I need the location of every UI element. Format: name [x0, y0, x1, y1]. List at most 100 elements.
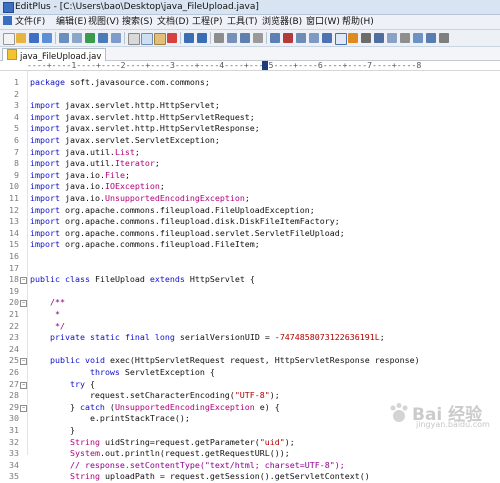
code-line[interactable]: 25− public void exec(HttpServletRequest … [0, 355, 500, 367]
code-line[interactable]: 11 import java.io.UnsupportedEncodingExce… [0, 193, 500, 205]
menu-browser[interactable]: 浏览器(B) [262, 15, 302, 29]
undo-icon[interactable] [184, 33, 194, 43]
code-text: String uidString=request.getParameter("u… [69, 436, 295, 447]
settings-icon[interactable] [361, 33, 371, 43]
preferences-icon[interactable] [413, 33, 423, 43]
code-line[interactable]: 13 import org.apache.commons.fileupload.d… [0, 216, 500, 228]
code-line[interactable]: 2 [0, 89, 500, 101]
code-line[interactable]: 16 [0, 251, 500, 263]
line-number: 7 [14, 146, 19, 157]
code-line[interactable]: 9 import java.io.File; [0, 170, 500, 182]
print-icon[interactable] [59, 33, 69, 43]
font-icon[interactable] [283, 33, 293, 43]
code-line[interactable]: 23 private static final long serialVersi… [0, 332, 500, 344]
code-line[interactable]: 6 import javax.servlet.ServletException; [0, 135, 500, 147]
code-line[interactable]: 20− /** [0, 297, 500, 309]
code-text: /** [30, 297, 65, 308]
line-number: 3 [14, 100, 19, 111]
window-title: EditPlus - [C:\Users\bao\Desktop\java_Fi… [15, 2, 259, 12]
code-line[interactable]: 34 // response.setContentType("text/html… [0, 460, 500, 472]
menu-project[interactable]: 工程(P) [192, 15, 222, 29]
goto-icon[interactable] [253, 33, 263, 43]
code-line[interactable]: 18− public class FileUpload extends HttpS… [0, 274, 500, 286]
code-text: import javax.servlet.http.HttpServlet; [30, 100, 220, 111]
code-line[interactable]: 4 import javax.servlet.http.HttpServletRe… [0, 112, 500, 124]
title-bar: EditPlus - [C:\Users\bao\Desktop\java_Fi… [0, 0, 500, 15]
menu-help[interactable]: 帮助(H) [342, 15, 374, 29]
code-text: throws ServletException { [89, 367, 215, 377]
code-line[interactable]: 7 import java.util.List; [0, 147, 500, 159]
tile-icon[interactable] [426, 33, 436, 43]
code-line[interactable]: 35 String uploadPath = request.getSessio… [0, 471, 500, 483]
word-wrap-icon[interactable] [270, 33, 280, 43]
menu-document[interactable]: 文档(D) [157, 15, 189, 29]
find-in-files-icon[interactable] [240, 33, 250, 43]
code-line[interactable]: 5 import javax.servlet.http.HttpServletRe… [0, 123, 500, 135]
line-number: 10 [9, 181, 19, 192]
replace-icon[interactable] [227, 33, 237, 43]
code-line[interactable]: 22 */ [0, 321, 500, 333]
delete-icon[interactable] [167, 33, 177, 43]
fullscreen-icon[interactable] [439, 33, 449, 43]
output-window-icon[interactable] [400, 33, 410, 43]
save-icon[interactable] [29, 33, 39, 43]
browser-preview-icon[interactable] [98, 33, 108, 43]
code-text: try { [69, 378, 95, 389]
column-select-icon[interactable] [335, 33, 347, 45]
menu-edit[interactable]: 编辑(E) [56, 15, 87, 29]
redo-icon[interactable] [197, 33, 207, 43]
code-line[interactable]: 1 package soft.javasource.com.commons; [0, 77, 500, 89]
fold-toggle-icon[interactable]: − [20, 300, 27, 308]
code-line[interactable]: 14 import org.apache.commons.fileupload.s… [0, 228, 500, 240]
code-text: import org.apache.commons.fileupload.Fil… [30, 204, 315, 215]
line-number: 25 [9, 355, 19, 366]
line-number: 11 [9, 193, 19, 203]
ftp-icon[interactable] [111, 33, 121, 43]
fold-toggle-icon[interactable]: − [20, 404, 27, 412]
fold-toggle-icon[interactable]: − [20, 277, 27, 285]
menu-search[interactable]: 搜索(S) [122, 15, 153, 29]
menu-window[interactable]: 窗口(W) [306, 15, 340, 29]
code-text: */ [30, 320, 65, 331]
paste-icon[interactable] [154, 33, 166, 45]
check-icon[interactable] [348, 33, 358, 43]
code-line[interactable]: 12 import org.apache.commons.fileupload.F… [0, 205, 500, 217]
editplus-app-icon [3, 2, 14, 13]
code-line[interactable]: 32 String uidString=request.getParameter… [0, 437, 500, 449]
find-icon[interactable] [214, 33, 224, 43]
ruler-icon[interactable] [309, 33, 319, 43]
spell-check-icon[interactable] [85, 33, 95, 43]
code-text: import java.io.UnsupportedEncodingExcept… [30, 193, 250, 203]
menu-view[interactable]: 视图(V) [88, 15, 119, 29]
code-line[interactable]: 33 System.out.println(request.getRequest… [0, 448, 500, 460]
code-line[interactable]: 27− try { [0, 379, 500, 391]
menu-file[interactable]: 文件(F) [3, 15, 45, 29]
line-number-icon[interactable] [296, 33, 306, 43]
line-number: 33 [9, 448, 19, 459]
code-text: import java.util.Iterator; [30, 158, 160, 169]
code-line[interactable]: 19 [0, 286, 500, 298]
code-line[interactable]: 15 import org.apache.commons.fileupload.F… [0, 239, 500, 251]
save-all-icon[interactable] [42, 33, 52, 43]
fold-toggle-icon[interactable]: − [20, 381, 27, 389]
cliptext-window-icon[interactable] [387, 33, 397, 43]
code-line[interactable]: 26 throws ServletException { [0, 367, 500, 379]
code-text: import javax.servlet.http.HttpServletReq… [30, 111, 255, 122]
whitespace-icon[interactable] [322, 33, 332, 43]
new-file-icon[interactable] [3, 33, 15, 45]
code-line[interactable]: 10 import java.io.IOException; [0, 181, 500, 193]
directory-window-icon[interactable] [374, 33, 384, 43]
menu-tools[interactable]: 工具(T) [227, 15, 258, 29]
code-line[interactable]: 24 [0, 344, 500, 356]
line-number: 29 [9, 401, 19, 412]
copy-icon[interactable] [141, 33, 153, 45]
cut-icon[interactable] [128, 33, 140, 45]
fold-toggle-icon[interactable]: − [20, 358, 27, 366]
open-folder-icon[interactable] [16, 33, 26, 43]
code-line[interactable]: 3 import javax.servlet.http.HttpServlet; [0, 100, 500, 112]
code-line[interactable]: 17 [0, 263, 500, 275]
print-preview-icon[interactable] [72, 33, 82, 43]
code-line[interactable]: 8 import java.util.Iterator; [0, 158, 500, 170]
line-number: 34 [9, 459, 19, 470]
code-line[interactable]: 21 * [0, 309, 500, 321]
